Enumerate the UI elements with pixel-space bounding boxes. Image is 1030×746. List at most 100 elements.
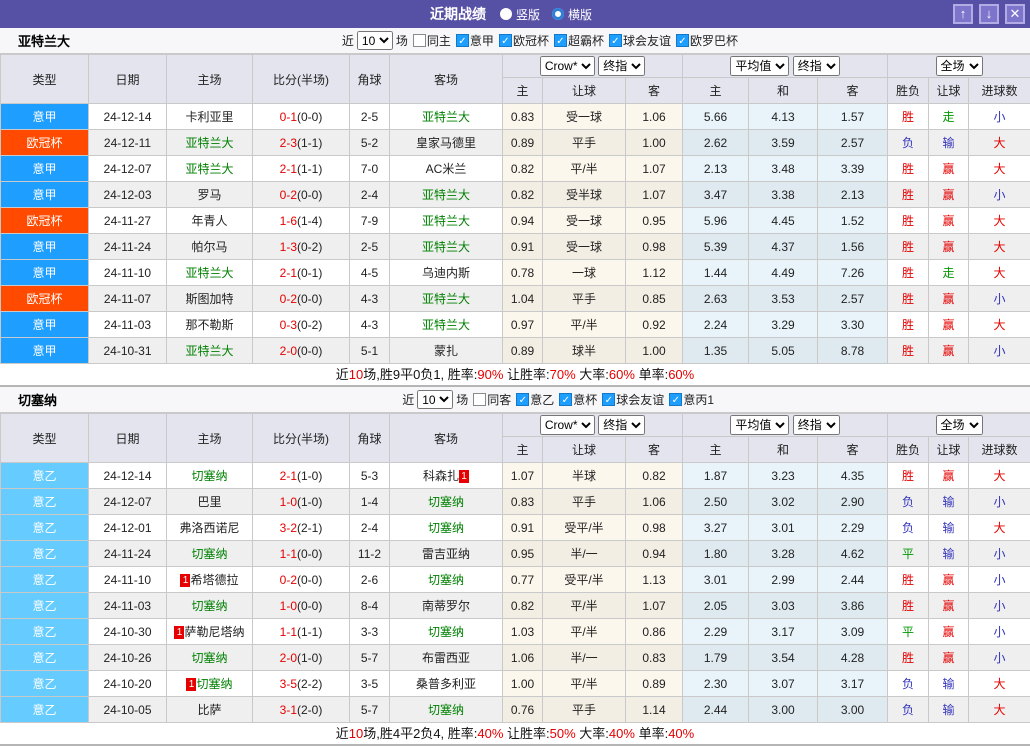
final-odds-select-2[interactable]: 终指: [793, 56, 840, 76]
move-down-button[interactable]: ↓: [979, 4, 999, 24]
near-label: 近: [402, 391, 414, 408]
league-filter[interactable]: ✓超霸杯: [554, 32, 604, 49]
avg-draw: 3.02: [749, 489, 818, 515]
checkbox-checked-icon[interactable]: ✓: [609, 34, 622, 47]
match-row: 意乙24-12-07巴里1-0(1-0)1-4切塞纳0.83平手1.062.50…: [1, 489, 1030, 515]
team-name-text: 年青人: [191, 214, 227, 228]
checkbox-checked-icon[interactable]: ✓: [554, 34, 567, 47]
team-name-text: 亚特兰大: [185, 344, 233, 358]
home-team: 1希塔德拉: [167, 567, 253, 593]
odds-handicap: 平/半: [543, 619, 626, 645]
corner-score: 2-4: [350, 515, 390, 541]
team-name-text: 切塞纳: [191, 651, 227, 665]
bookmaker-select[interactable]: Crow*: [540, 415, 595, 435]
goals-result-cell: 大: [969, 130, 1030, 156]
same-side-filter[interactable]: 同主: [413, 32, 451, 49]
checkbox-checked-icon[interactable]: ✓: [602, 393, 615, 406]
corner-score: 2-5: [350, 234, 390, 260]
final-odds-select-1[interactable]: 终指: [598, 415, 645, 435]
odds-home: 0.76: [503, 697, 543, 723]
handicap-result-cell: 赢: [929, 567, 969, 593]
same-side-filter[interactable]: 同客: [473, 391, 511, 408]
full-match-select[interactable]: 全场: [936, 415, 983, 435]
away-team: 雷吉亚纳: [390, 541, 503, 567]
checkbox-checked-icon[interactable]: ✓: [456, 34, 469, 47]
radio-horizontal-layout[interactable]: [552, 8, 564, 20]
goals-result-cell: 小: [969, 104, 1030, 130]
checkbox-checked-icon[interactable]: ✓: [499, 34, 512, 47]
half-time-score: (0-0): [297, 292, 322, 306]
league-badge: 意甲: [1, 156, 89, 182]
full-time-score: 1-0: [280, 599, 297, 613]
average-select[interactable]: 平均值: [730, 415, 789, 435]
full-time-score: 0-2: [280, 292, 297, 306]
close-button[interactable]: ✕: [1005, 4, 1025, 24]
odds-handicap: 平手: [543, 286, 626, 312]
match-row: 意甲24-11-10亚特兰大2-1(0-1)4-5乌迪内斯0.78一球1.121…: [1, 260, 1030, 286]
match-date: 24-11-10: [89, 567, 167, 593]
handicap-result-cell: 输: [929, 541, 969, 567]
move-up-button[interactable]: ↑: [953, 4, 973, 24]
games-label: 场: [456, 391, 468, 408]
home-team: 1切塞纳: [167, 671, 253, 697]
result-cell: 平: [888, 619, 929, 645]
result-cell: 胜: [888, 208, 929, 234]
section-header: 亚特兰大 近 10 场 同主 ✓意甲✓欧冠杯✓超霸杯✓球会友谊✓欧罗巴杯: [0, 28, 1030, 54]
odds-group-header: Crow* 终指: [503, 55, 683, 78]
radio-vertical-layout[interactable]: [500, 8, 512, 20]
result-cell: 胜: [888, 338, 929, 364]
recent-count-select[interactable]: 10: [417, 390, 453, 409]
avg-away: 2.90: [818, 489, 888, 515]
league-filter[interactable]: ✓意杯: [559, 391, 597, 408]
team-name-text: 希塔德拉: [190, 573, 238, 587]
league-filter[interactable]: ✓球会友谊: [602, 391, 664, 408]
team-name-text: 桑普多利亚: [416, 677, 476, 691]
full-time-score: 3-2: [280, 521, 297, 535]
odds-home: 0.95: [503, 541, 543, 567]
league-filter[interactable]: ✓意乙: [516, 391, 554, 408]
recent-count-select[interactable]: 10: [357, 31, 393, 50]
full-match-select[interactable]: 全场: [936, 56, 983, 76]
avg-draw: 4.49: [749, 260, 818, 286]
odds-away: 1.12: [626, 260, 683, 286]
league-filter[interactable]: ✓欧罗巴杯: [676, 32, 738, 49]
team-name-text: 切塞纳: [428, 573, 464, 587]
team-name-text: 蒙扎: [434, 344, 458, 358]
league-filter[interactable]: ✓意甲: [456, 32, 494, 49]
checkbox-unchecked-icon[interactable]: [473, 393, 486, 406]
league-badge: 意甲: [1, 312, 89, 338]
home-team: 那不勒斯: [167, 312, 253, 338]
avg-away: 2.44: [818, 567, 888, 593]
half-time-score: (0-0): [297, 110, 322, 124]
odds-home: 0.77: [503, 567, 543, 593]
home-team: 巴里: [167, 489, 253, 515]
checkbox-checked-icon[interactable]: ✓: [676, 34, 689, 47]
section-header: 切塞纳 近 10 场 同客 ✓意乙✓意杯✓球会友谊✓意丙1: [0, 387, 1030, 413]
checkbox-unchecked-icon[interactable]: [413, 34, 426, 47]
league-filter[interactable]: ✓意丙1: [669, 391, 714, 408]
team-name-text: 乌迪内斯: [422, 266, 470, 280]
red-card-badge: 1: [180, 574, 190, 587]
checkbox-checked-icon[interactable]: ✓: [559, 393, 572, 406]
col-score: 比分(半场): [253, 414, 350, 463]
bookmaker-select[interactable]: Crow*: [540, 56, 595, 76]
corner-score: 11-2: [350, 541, 390, 567]
avg-away: 1.52: [818, 208, 888, 234]
league-badge: 意乙: [1, 645, 89, 671]
full-time-score: 2-1: [280, 266, 297, 280]
match-row: 意乙24-10-301萨勒尼塔纳1-1(1-1)3-3切塞纳1.03平/半0.8…: [1, 619, 1030, 645]
col-corner: 角球: [350, 414, 390, 463]
final-odds-select-2[interactable]: 终指: [793, 415, 840, 435]
final-odds-select-1[interactable]: 终指: [598, 56, 645, 76]
league-filter[interactable]: ✓球会友谊: [609, 32, 671, 49]
league-filter[interactable]: ✓欧冠杯: [499, 32, 549, 49]
col-date: 日期: [89, 414, 167, 463]
match-date: 24-11-24: [89, 541, 167, 567]
average-select[interactable]: 平均值: [730, 56, 789, 76]
corner-score: 4-3: [350, 286, 390, 312]
checkbox-checked-icon[interactable]: ✓: [516, 393, 529, 406]
avg-home: 1.35: [683, 338, 749, 364]
checkbox-checked-icon[interactable]: ✓: [669, 393, 682, 406]
result-cell: 胜: [888, 182, 929, 208]
col-away: 客场: [390, 55, 503, 104]
